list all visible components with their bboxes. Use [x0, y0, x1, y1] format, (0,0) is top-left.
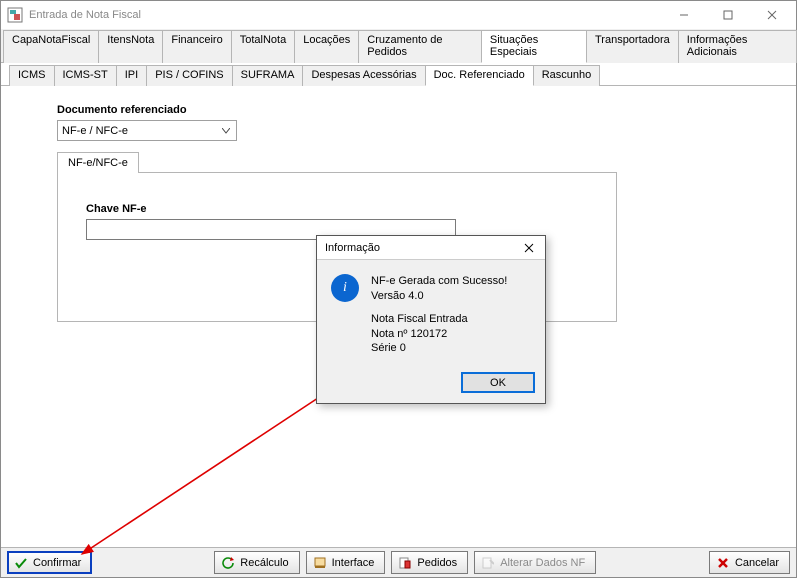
tab-informacoes-adicionais[interactable]: Informações Adicionais: [678, 30, 797, 63]
dialog-titlebar: Informação: [317, 236, 545, 260]
recalculo-label: Recálculo: [240, 557, 288, 569]
window-title: Entrada de Nota Fiscal: [29, 9, 662, 21]
dialog-line5: Série 0: [371, 341, 507, 356]
maximize-button[interactable]: [706, 1, 750, 29]
tab-cruzamento[interactable]: Cruzamento de Pedidos: [358, 30, 482, 63]
alterar-dados-button[interactable]: Alterar Dados NF: [474, 551, 596, 574]
recalculo-button[interactable]: Recálculo: [214, 551, 299, 574]
tab-totalnota[interactable]: TotalNota: [231, 30, 295, 63]
dialog-message: NF-e Gerada com Sucesso! Versão 4.0 Nota…: [371, 274, 507, 356]
checkmark-icon: [14, 556, 28, 570]
tab-situacoes-especiais[interactable]: Situações Especiais: [481, 30, 587, 63]
interface-button[interactable]: Interface: [306, 551, 386, 574]
cancelar-label: Cancelar: [735, 557, 779, 569]
minimize-button[interactable]: [662, 1, 706, 29]
tab-transportadora[interactable]: Transportadora: [586, 30, 679, 63]
subtab-ipi[interactable]: IPI: [116, 65, 147, 86]
docref-label: Documento referenciado: [57, 104, 746, 116]
confirmar-button[interactable]: Confirmar: [7, 551, 92, 574]
bottom-toolbar: Confirmar Recálculo Interface Pedidos: [1, 547, 796, 577]
subtab-pis-cofins[interactable]: PIS / COFINS: [146, 65, 232, 86]
inner-tab-nfe-nfce[interactable]: NF-e/NFC-e: [57, 152, 139, 173]
info-dialog: Informação i NF-e Gerada com Sucesso! Ve…: [316, 235, 546, 404]
dialog-close-button[interactable]: [517, 237, 541, 259]
interface-icon: [313, 556, 327, 570]
dialog-ok-button[interactable]: OK: [461, 372, 535, 393]
tab-locacoes[interactable]: Locações: [294, 30, 359, 63]
pedidos-button[interactable]: Pedidos: [391, 551, 468, 574]
app-icon: [7, 7, 23, 23]
confirmar-label: Confirmar: [33, 557, 81, 569]
dialog-line2: Versão 4.0: [371, 289, 507, 304]
tab-financeiro[interactable]: Financeiro: [162, 30, 231, 63]
window-titlebar: Entrada de Nota Fiscal: [1, 1, 796, 29]
subtab-suframa[interactable]: SUFRAMA: [232, 65, 304, 86]
docref-value: NF-e / NFC-e: [62, 125, 218, 137]
dialog-line3: Nota Fiscal Entrada: [371, 312, 507, 327]
cancel-icon: [716, 556, 730, 570]
pedidos-icon: [398, 556, 412, 570]
chevron-down-icon: [218, 125, 234, 137]
dialog-line1: NF-e Gerada com Sucesso!: [371, 274, 507, 289]
subtab-icms[interactable]: ICMS: [9, 65, 55, 86]
subtab-rascunho[interactable]: Rascunho: [533, 65, 601, 86]
subtab-icms-st[interactable]: ICMS-ST: [54, 65, 117, 86]
interface-label: Interface: [332, 557, 375, 569]
sub-tabs: ICMS ICMS-ST IPI PIS / COFINS SUFRAMA De…: [1, 63, 796, 86]
tab-capanotafiscal[interactable]: CapaNotaFiscal: [3, 30, 99, 63]
subtab-despesas[interactable]: Despesas Acessórias: [302, 65, 425, 86]
subtab-doc-referenciado[interactable]: Doc. Referenciado: [425, 65, 534, 86]
info-icon: i: [331, 274, 359, 302]
chave-label: Chave NF-e: [86, 203, 596, 215]
refresh-icon: [221, 556, 235, 570]
main-tabs: CapaNotaFiscal ItensNota Financeiro Tota…: [1, 29, 796, 63]
close-button[interactable]: [750, 1, 794, 29]
alterar-label: Alterar Dados NF: [500, 557, 585, 569]
tab-itensnota[interactable]: ItensNota: [98, 30, 163, 63]
dialog-title-text: Informação: [325, 242, 517, 254]
pedidos-label: Pedidos: [417, 557, 457, 569]
cancelar-button[interactable]: Cancelar: [709, 551, 790, 574]
dialog-line4: Nota nº 120172: [371, 327, 507, 342]
docref-combobox[interactable]: NF-e / NFC-e: [57, 120, 237, 141]
edit-icon: [481, 556, 495, 570]
